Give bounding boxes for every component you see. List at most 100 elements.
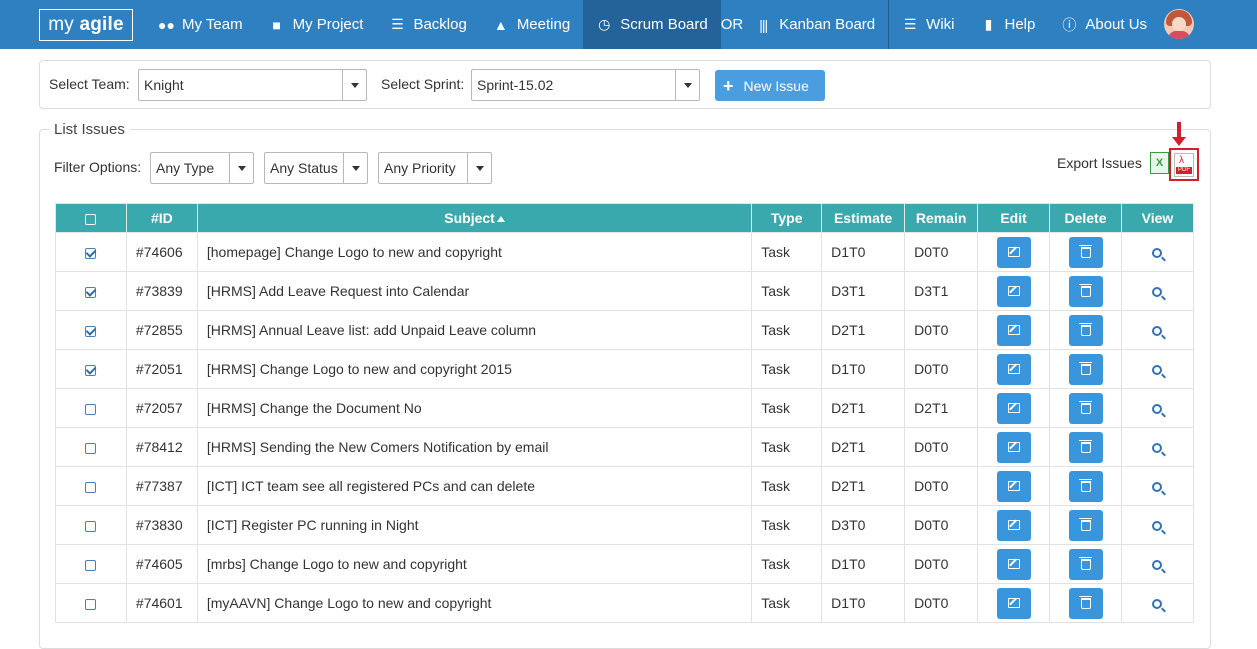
delete-button[interactable] — [1068, 470, 1103, 502]
row-checkbox-cell[interactable] — [55, 544, 127, 584]
delete-button[interactable] — [1068, 509, 1103, 541]
nav-help[interactable]: ▮ Help — [967, 0, 1048, 49]
issue-remain: D0T0 — [904, 349, 979, 389]
issue-subject: [ICT] Register PC running in Night — [196, 505, 753, 545]
search-icon[interactable] — [1152, 326, 1163, 337]
edit-button[interactable] — [996, 431, 1031, 463]
edit-button[interactable] — [996, 470, 1031, 502]
header-id[interactable]: #ID — [125, 203, 198, 233]
search-icon[interactable] — [1152, 482, 1163, 493]
edit-button[interactable] — [996, 392, 1031, 424]
pdf-export-button[interactable]: λ PDF — [1169, 148, 1199, 181]
search-icon[interactable] — [1152, 560, 1163, 571]
pdf-tag: PDF — [1176, 166, 1192, 174]
delete-button[interactable] — [1068, 548, 1103, 580]
filter-priority-select[interactable]: Any Priority — [378, 152, 492, 184]
delete-button[interactable] — [1068, 236, 1103, 268]
edit-icon — [1007, 325, 1020, 335]
edit-button[interactable] — [996, 236, 1031, 268]
row-checkbox-cell[interactable] — [55, 505, 127, 545]
edit-button[interactable] — [996, 314, 1031, 346]
row-checkbox[interactable] — [85, 559, 97, 571]
nav-kanban-board[interactable]: ||| Kanban Board — [747, 0, 888, 49]
nav-my-project[interactable]: ■ My Project — [256, 0, 377, 49]
team-select-value: Knight — [144, 77, 184, 93]
edit-cell — [977, 583, 1051, 623]
edit-icon — [1007, 559, 1020, 569]
edit-cell — [977, 271, 1051, 311]
filter-status-select[interactable]: Any Status — [264, 152, 368, 184]
nav-my-team[interactable]: ●● My Team — [145, 0, 256, 49]
edit-button[interactable] — [996, 587, 1031, 619]
row-checkbox[interactable] — [85, 481, 97, 493]
nav-scrum-board[interactable]: ◷ Scrum Board — [583, 0, 721, 49]
row-checkbox[interactable] — [85, 364, 97, 376]
delete-button[interactable] — [1068, 587, 1103, 619]
header-remain[interactable]: Remain — [904, 203, 979, 233]
search-icon[interactable] — [1152, 599, 1163, 610]
issue-estimate: D1T0 — [821, 583, 906, 623]
header-type[interactable]: Type — [751, 203, 823, 233]
search-icon[interactable] — [1152, 287, 1163, 298]
header-edit: Edit — [977, 203, 1051, 233]
delete-button[interactable] — [1068, 392, 1103, 424]
row-checkbox-cell[interactable] — [55, 349, 127, 389]
view-cell — [1120, 388, 1195, 428]
trash-icon — [1078, 595, 1092, 609]
annotation-arrow-icon — [1172, 122, 1186, 149]
edit-button[interactable] — [996, 275, 1031, 307]
row-checkbox-cell[interactable] — [55, 388, 127, 428]
row-checkbox-cell[interactable] — [55, 466, 127, 506]
select-all-checkbox[interactable] — [55, 203, 127, 233]
nav-meeting[interactable]: ▲ Meeting — [480, 0, 583, 49]
header-estimate[interactable]: Estimate — [821, 203, 906, 233]
delete-button[interactable] — [1068, 314, 1103, 346]
nav-wiki[interactable]: ☰ Wiki — [889, 0, 967, 49]
user-avatar[interactable] — [1164, 9, 1194, 39]
row-checkbox[interactable] — [85, 520, 97, 532]
filter-type-select[interactable]: Any Type — [150, 152, 254, 184]
row-checkbox-cell[interactable] — [55, 310, 127, 350]
issue-subject: [ICT] ICT team see all registered PCs an… — [196, 466, 753, 506]
edit-icon — [1007, 520, 1020, 530]
nav-about-us[interactable]: ⓘ About Us — [1048, 0, 1160, 49]
search-icon[interactable] — [1152, 404, 1163, 415]
new-issue-button[interactable]: + New Issue — [715, 70, 825, 101]
row-checkbox[interactable] — [85, 442, 97, 454]
row-checkbox-cell[interactable] — [55, 427, 127, 467]
delete-button[interactable] — [1068, 275, 1103, 307]
team-select[interactable]: Knight — [138, 69, 367, 101]
search-icon[interactable] — [1152, 365, 1163, 376]
delete-cell — [1049, 466, 1122, 506]
clock-icon: ◷ — [598, 16, 611, 32]
sprint-select[interactable]: Sprint-15.02 — [471, 69, 700, 101]
row-checkbox[interactable] — [85, 247, 97, 259]
edit-icon — [1007, 247, 1020, 257]
search-icon[interactable] — [1152, 521, 1163, 532]
nav-label: Meeting — [516, 16, 571, 33]
delete-button[interactable] — [1068, 431, 1103, 463]
row-checkbox[interactable] — [85, 325, 97, 337]
row-checkbox-cell[interactable] — [55, 232, 127, 272]
edit-icon — [1007, 481, 1020, 491]
row-checkbox[interactable] — [85, 598, 97, 610]
edit-button[interactable] — [996, 353, 1031, 385]
nav-backlog[interactable]: ☰ Backlog — [376, 0, 479, 49]
row-checkbox-cell[interactable] — [55, 271, 127, 311]
delete-button[interactable] — [1068, 353, 1103, 385]
search-icon[interactable] — [1152, 248, 1163, 259]
trash-icon — [1078, 322, 1092, 336]
issue-remain: D0T0 — [904, 544, 979, 584]
row-checkbox[interactable] — [85, 403, 97, 415]
excel-export-icon[interactable]: X — [1150, 152, 1169, 174]
header-subject[interactable]: Subject — [196, 203, 753, 233]
brand-logo[interactable]: my agile — [39, 9, 133, 41]
row-checkbox-cell[interactable] — [55, 583, 127, 623]
issue-type: Task — [751, 544, 823, 584]
edit-button[interactable] — [996, 548, 1031, 580]
brand-prefix: my — [48, 14, 74, 35]
edit-button[interactable] — [996, 509, 1031, 541]
search-icon[interactable] — [1152, 443, 1163, 454]
row-checkbox[interactable] — [85, 286, 97, 298]
view-cell — [1120, 232, 1195, 272]
